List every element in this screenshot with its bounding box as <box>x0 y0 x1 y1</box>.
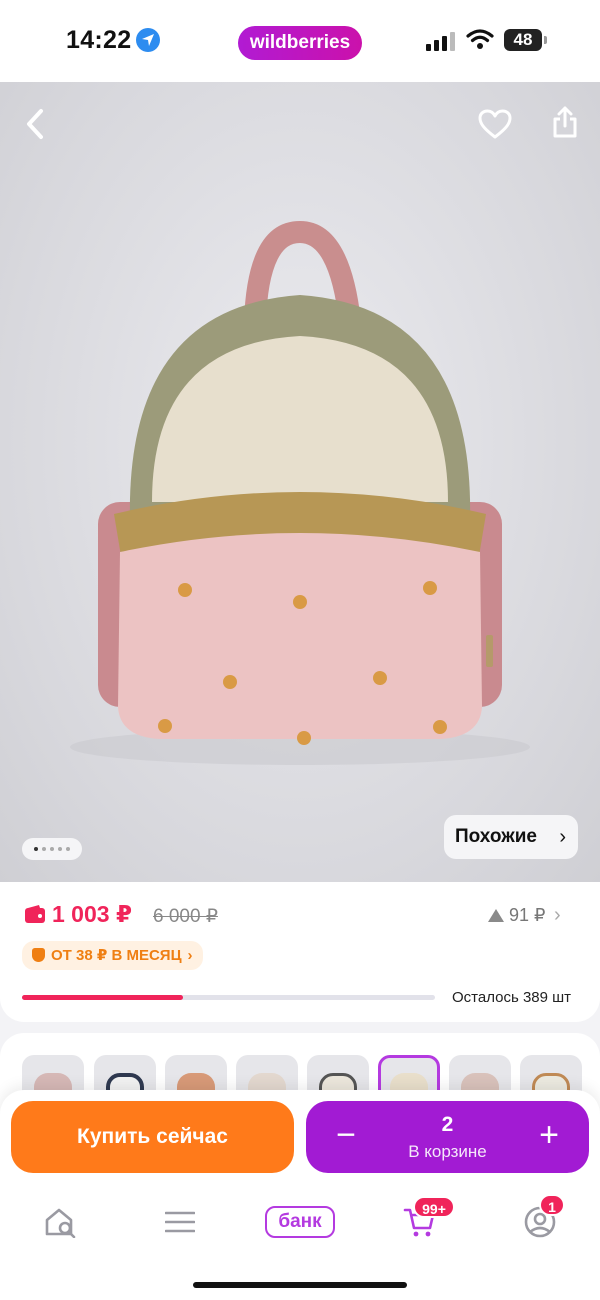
home-search-icon <box>45 1208 76 1238</box>
stock-progress-fill <box>22 995 184 1000</box>
wallet-icon <box>25 905 45 923</box>
battery-icon: 48 <box>504 29 542 51</box>
photo-pagination <box>22 838 82 860</box>
product-photo[interactable]: Похожие › <box>0 82 600 882</box>
cart-badge: 99+ <box>413 1196 455 1218</box>
chevron-right-icon[interactable]: › <box>554 904 561 927</box>
installment-label: ОТ 38 ₽ В МЕСЯЦ <box>51 947 182 964</box>
backpack-image <box>70 220 530 765</box>
price-change[interactable]: 91 ₽ <box>488 905 545 926</box>
chevron-right-icon: › <box>559 826 566 848</box>
price-card: 1 003 ₽ 6 000 ₽ 91 ₽ › ОТ 38 ₽ В МЕСЯЦ › … <box>0 882 600 1022</box>
stock-progress-bar <box>22 995 435 1000</box>
menu-icon <box>165 1211 195 1233</box>
pagination-dot <box>58 847 62 851</box>
profile-badge: 1 <box>539 1194 565 1216</box>
bank-label: банк <box>265 1206 335 1238</box>
status-time: 14:22 <box>66 26 132 54</box>
current-price: 1 003 ₽ <box>52 901 132 927</box>
brand-logo: wildberries <box>238 26 362 60</box>
status-bar: 14:22 wildberries 48 <box>0 0 600 82</box>
home-indicator <box>193 1282 407 1288</box>
similar-label: Похожие <box>455 826 537 847</box>
buy-now-button[interactable]: Купить сейчас <box>11 1101 294 1173</box>
price-up-icon <box>488 909 504 922</box>
stock-label: Осталось 389 шт <box>452 989 572 1006</box>
tab-catalog[interactable] <box>150 1200 210 1244</box>
price-change-value: 91 ₽ <box>509 905 546 925</box>
pagination-dot <box>66 847 70 851</box>
old-price: 6 000 ₽ <box>153 906 218 927</box>
shield-icon <box>32 948 45 962</box>
cart-stepper: − 2 В корзине + <box>306 1101 589 1173</box>
tab-home[interactable] <box>30 1200 90 1244</box>
similar-button[interactable]: Похожие › <box>444 815 578 859</box>
signal-icon <box>426 32 455 51</box>
location-arrow-icon <box>136 28 160 52</box>
chevron-right-icon: › <box>187 947 193 964</box>
wifi-icon <box>466 29 494 49</box>
tab-bank[interactable]: банк <box>264 1200 336 1244</box>
pagination-dot <box>50 847 54 851</box>
action-bar: Купить сейчас − 2 В корзине + <box>0 1090 600 1182</box>
pagination-dot <box>34 847 38 851</box>
installment-badge[interactable]: ОТ 38 ₽ В МЕСЯЦ › <box>22 941 203 970</box>
pagination-dot <box>42 847 46 851</box>
increase-quantity-button[interactable]: + <box>529 1115 569 1159</box>
